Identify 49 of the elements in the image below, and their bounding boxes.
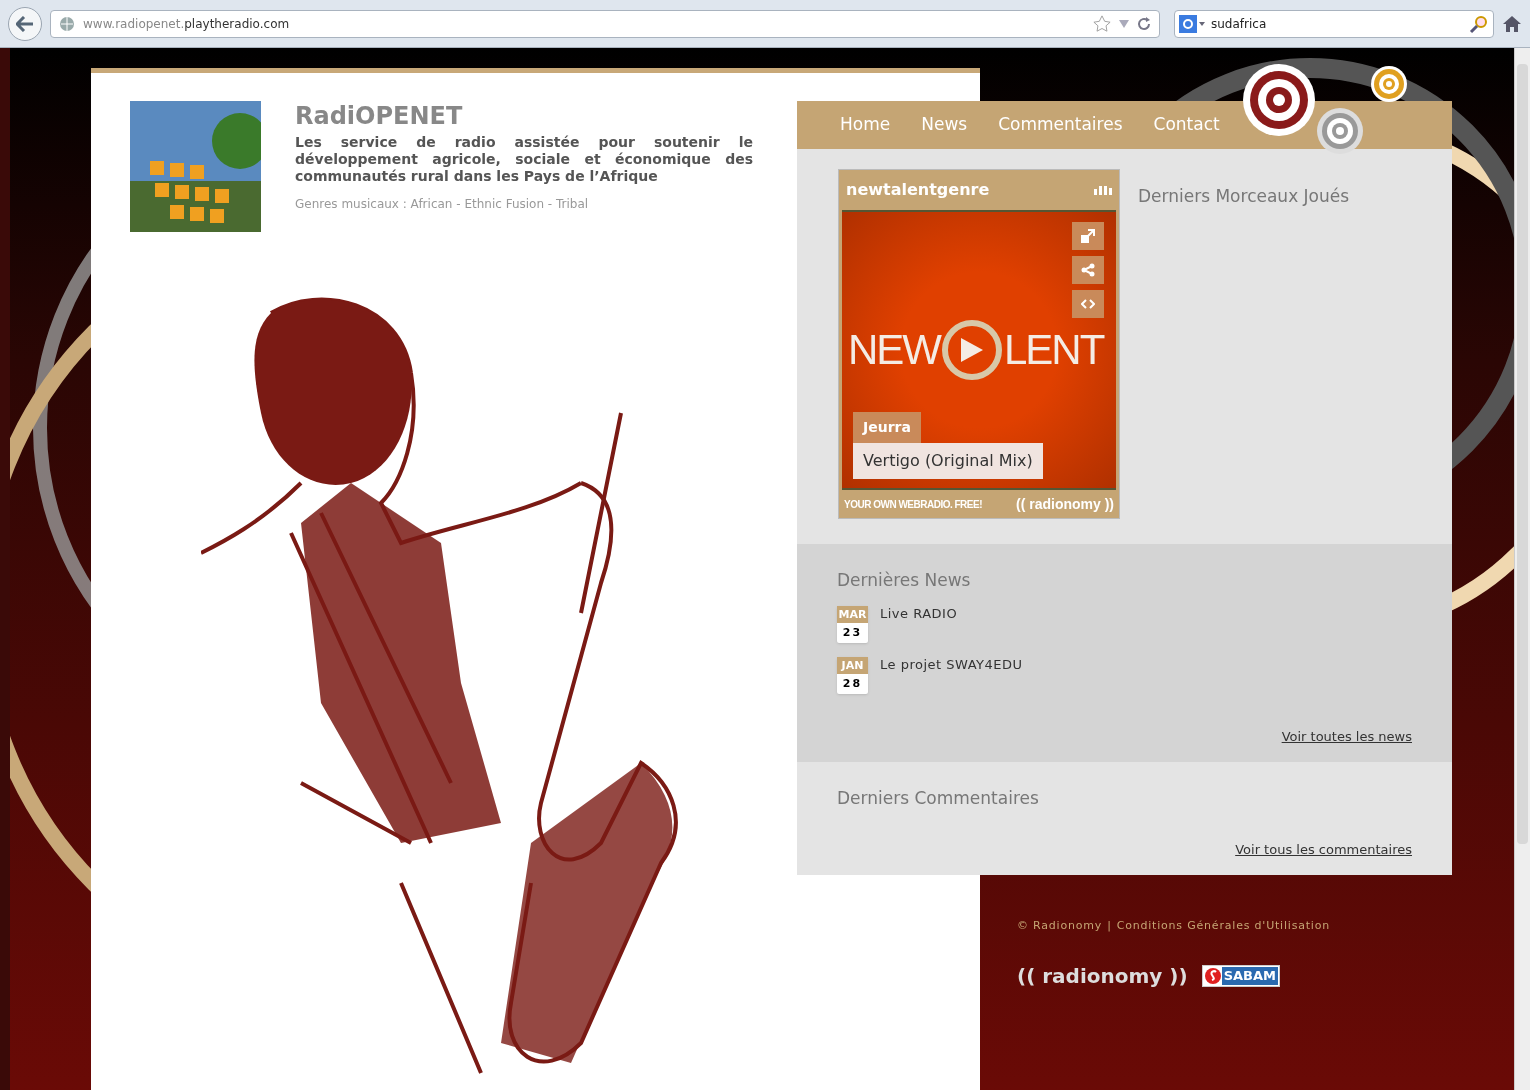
popout-button[interactable] [1072,222,1104,250]
news-title-link[interactable]: Le projet SWAY4EDU [880,654,1023,694]
artist-name: Jeurra [853,412,921,443]
search-field[interactable]: sudafrica [1174,9,1494,38]
section-heading: Derniers Morceaux Joués [1138,185,1350,208]
back-arrow-icon [16,15,34,32]
play-icon [961,338,983,362]
code-icon [1081,299,1095,309]
all-comments-link[interactable]: Voir tous les commentaires [1235,839,1412,859]
radionomy-logo: (( radionomy )) [1016,494,1114,514]
section-heading: Derniers Commentaires [837,787,1040,810]
radionomy-logo: (( radionomy )) [1017,962,1188,990]
url-text: www.radiopenet.playtheradio.com [83,15,291,33]
back-button[interactable] [8,6,42,41]
bookmark-star-icon[interactable] [1093,14,1111,33]
signal-bars-icon [1094,185,1112,195]
date-month: MAR [837,605,868,623]
station-name: newtalentgenre [846,179,990,201]
search-text: sudafrica [1211,15,1268,33]
footer-link[interactable]: Conditions Générales d'Utilisation [1116,918,1330,935]
share-icon [1081,263,1095,277]
popout-icon [1081,229,1095,243]
date-month: JAN [837,656,868,674]
footer-link[interactable]: © Radionomy [1017,918,1103,935]
share-button[interactable] [1072,256,1104,284]
play-button[interactable] [942,320,1002,380]
address-bar[interactable]: www.radiopenet.playtheradio.com [50,9,1160,38]
dropdown-icon[interactable] [1119,19,1129,28]
track-title: Vertigo (Original Mix) [853,443,1043,479]
section-heading: Dernières News [837,569,972,592]
footer-separator: | [1107,918,1112,934]
search-icon[interactable] [1469,13,1489,34]
news-title-link[interactable]: Live RADIO [880,603,958,643]
site-description: Les service de radio assistée pour soutenir le développement agricole, sociale et économique des communautés rural dans les Pays de l’Afrique [295,134,753,185]
scrollbar[interactable] [1514,48,1530,1090]
site-title: RadiOPENET [295,101,464,131]
date-day: 28 [842,673,863,694]
cover-text: NEW [848,329,940,371]
reload-icon[interactable] [1137,16,1151,31]
tagline-text: YOUR OWN WEBRADIO. FREE! [844,497,982,512]
sabam-mark-icon [1203,966,1222,985]
search-engine-icon[interactable] [1179,14,1207,33]
home-icon[interactable] [1502,14,1522,33]
date-day: 23 [842,622,863,643]
cover-text: LENT [1004,329,1104,371]
embed-button[interactable] [1072,290,1104,318]
globe-icon [59,15,75,32]
genres-text: Genres musicaux : African - Ethnic Fusion - Tribal [295,196,590,213]
all-news-link[interactable]: Voir toutes les news [1281,726,1412,746]
